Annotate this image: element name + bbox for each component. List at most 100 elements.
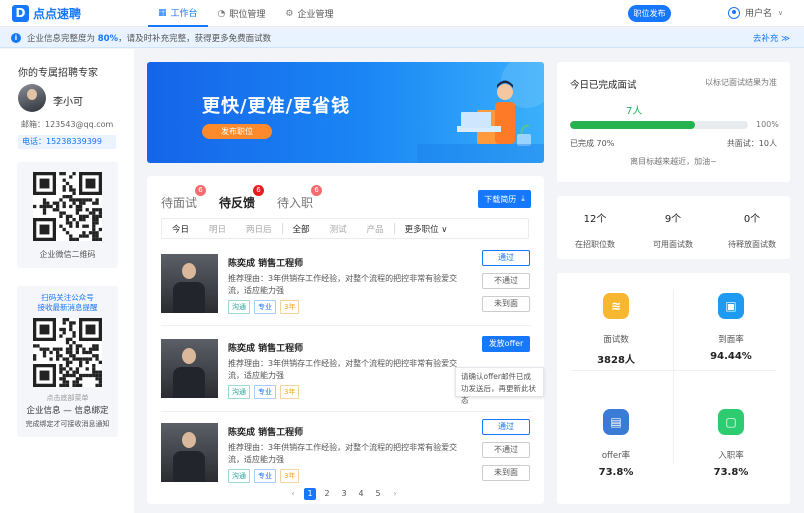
- stat-value: 9个: [664, 214, 682, 225]
- candidate-row[interactable]: 陈奕成 销售工程师 推荐理由：3年供销存工作经验，对整个流程的把控非常有验爱交流…: [161, 336, 544, 405]
- stat-pending-release: 0个 待释放面试数: [714, 210, 790, 250]
- monitor-icon: ▢: [718, 409, 744, 435]
- no-show-button[interactable]: 未到面: [482, 296, 530, 312]
- filter-all[interactable]: 全部: [283, 223, 320, 235]
- wechat-qr-card: 企业微信二维码: [17, 162, 118, 268]
- filter-today[interactable]: 今日: [162, 223, 199, 235]
- pass-button[interactable]: 通过: [482, 250, 530, 266]
- page-number[interactable]: 1: [304, 488, 316, 500]
- expert-avatar: [18, 84, 46, 112]
- more-jobs-dropdown[interactable]: 更多职位 ∨: [395, 223, 458, 235]
- tab-pending-interview[interactable]: 待面试 6: [161, 185, 207, 211]
- candidate-name: 陈奕成 销售工程师: [228, 428, 304, 438]
- job-stats-card: 12个 在招职位数 9个 可用面试数 0个 待释放面试数: [557, 196, 790, 259]
- document-icon: ▤: [603, 409, 629, 435]
- tab-pending-onboard[interactable]: 待入职 6: [277, 185, 323, 211]
- expert-phone: 电话：15238339399: [18, 135, 116, 149]
- filter-product[interactable]: 产品: [357, 223, 394, 235]
- mp-note: 完成绑定才可接收消息通知: [25, 420, 110, 428]
- chevron-down-icon: ∨: [778, 8, 784, 17]
- prev-page-icon[interactable]: ‹: [287, 488, 299, 500]
- row-divider: [161, 325, 531, 326]
- kpi-offer-rate: ▤ offer率 73.8%: [566, 409, 666, 478]
- banner-title: 更快/更准/更省钱: [202, 96, 351, 117]
- candidate-photo: [161, 339, 218, 398]
- user-icon: [728, 6, 740, 19]
- candidate-row[interactable]: 陈奕成 销售工程师 推荐理由：3年供销存工作经验，对整个流程的把控非常有验爱交流…: [161, 250, 531, 316]
- gear-icon: ⚙: [285, 8, 294, 19]
- kpi-onboard-rate: ▢ 入职率 73.8%: [681, 409, 781, 478]
- notice-text: 企业信息完整度为 80%，请及时补充完整，获得更多免费面试数: [27, 33, 272, 44]
- tab-pending-feedback[interactable]: 待反馈 6: [219, 185, 265, 211]
- tab-badge: 6: [311, 185, 323, 196]
- dashboard-icon: ▦: [158, 7, 167, 18]
- progress-max-label: 100%: [756, 120, 779, 129]
- banner-publish-button[interactable]: 发布职位: [202, 124, 272, 139]
- tag: 沟通: [228, 469, 250, 483]
- pass-button[interactable]: 通过: [482, 419, 530, 435]
- filter-after-two-days[interactable]: 两日后: [236, 223, 282, 235]
- tag: 3年: [280, 300, 300, 314]
- wechat-qr-code: [33, 172, 102, 241]
- progress-fill: [570, 121, 695, 129]
- publish-job-button[interactable]: 职位发布: [628, 5, 671, 22]
- banner-illustration: [417, 62, 544, 163]
- candidate-reason: 推荐理由：3年供销存工作经验，对整个流程的把控非常有验爱交流，适应能力强: [228, 443, 458, 464]
- nav-item-company[interactable]: ⚙ 企业管理: [275, 0, 343, 27]
- sidebar-title: 你的专属招聘专家: [18, 68, 98, 79]
- reject-button[interactable]: 不通过: [482, 273, 530, 289]
- complete-info-link[interactable]: 去补充 ≫: [753, 32, 790, 44]
- kpi-label: 入职率: [718, 451, 744, 461]
- candidate-row[interactable]: 陈奕成 销售工程师 推荐理由：3年供销存工作经验，对整个流程的把控非常有验爱交流…: [161, 419, 531, 485]
- send-offer-button[interactable]: 发放offer: [482, 336, 530, 352]
- kpi-label: 面试数: [603, 335, 629, 345]
- next-page-icon[interactable]: ›: [389, 488, 401, 500]
- row-divider: [161, 411, 531, 412]
- interviews-done: 已完成 70%: [570, 139, 615, 148]
- mp-line1: 扫码关注公众号: [41, 293, 94, 302]
- filter-test[interactable]: 测试: [320, 223, 357, 235]
- promo-banner: 更快/更准/更省钱 发布职位: [147, 62, 544, 163]
- interviews-encouragement: 离目标越来越近，加油~: [630, 157, 717, 166]
- page-number[interactable]: 2: [321, 488, 333, 500]
- reject-button[interactable]: 不通过: [482, 442, 530, 458]
- kpi-value: 3828人: [597, 355, 635, 366]
- logo-icon: D: [12, 5, 29, 22]
- mp-qr-code: [33, 318, 102, 387]
- kpi-label: 到面率: [718, 335, 744, 345]
- pagination: ‹ 1 2 3 4 5 ›: [287, 488, 406, 500]
- mp-bind-path: 企业信息 — 信息绑定: [26, 406, 109, 416]
- candidate-tags: 沟通 专业 3年: [228, 300, 303, 314]
- stat-label: 待释放面试数: [728, 240, 776, 249]
- candidate-photo: [161, 423, 218, 482]
- download-resume-button[interactable]: 下载简历 ⤓: [478, 190, 531, 208]
- status-tabs: 待面试 6 待反馈 6 待入职 6: [161, 185, 335, 211]
- filter-tomorrow[interactable]: 明日: [199, 223, 236, 235]
- tab-badge: 6: [253, 185, 265, 196]
- interviews-title: 今日已完成面试: [570, 80, 637, 91]
- no-show-button[interactable]: 未到面: [482, 465, 530, 481]
- tag: 专业: [254, 469, 276, 483]
- kpi-value: 73.8%: [598, 467, 634, 478]
- page-number[interactable]: 5: [372, 488, 384, 500]
- nav-item-dashboard[interactable]: ▦ 工作台: [148, 0, 208, 27]
- mp-hint: 点击底部菜单: [46, 394, 89, 402]
- page-number[interactable]: 4: [355, 488, 367, 500]
- completeness-notice: i 企业信息完整度为 80%，请及时补充完整，获得更多免费面试数 去补充 ≫: [0, 28, 804, 48]
- notice-percent: 80%: [97, 33, 119, 44]
- interviews-count: 7人: [626, 106, 643, 117]
- page-number[interactable]: 3: [338, 488, 350, 500]
- user-menu[interactable]: 用户名 ∨: [728, 6, 783, 19]
- tag: 3年: [280, 385, 300, 399]
- tag: 沟通: [228, 385, 250, 399]
- tag: 沟通: [228, 300, 250, 314]
- app-logo[interactable]: D 点点速聘: [12, 5, 81, 22]
- info-icon: i: [11, 32, 21, 43]
- expert-email: 邮箱：123543@qq.com: [21, 120, 114, 129]
- candidate-name: 陈奕成 销售工程师: [228, 344, 304, 354]
- candidate-reason: 推荐理由：3年供销存工作经验，对整个流程的把控非常有验爱交流，适应能力强: [228, 274, 458, 295]
- layers-icon: ≋: [603, 293, 629, 319]
- interviews-hint: 以标记面试结果为准: [705, 78, 777, 87]
- mp-qr-card: 扫码关注公众号 接收最新消息提醒 点击底部菜单 企业信息 — 信息绑定 完成绑定…: [17, 286, 118, 437]
- nav-item-jobs[interactable]: ◔ 职位管理: [208, 0, 276, 27]
